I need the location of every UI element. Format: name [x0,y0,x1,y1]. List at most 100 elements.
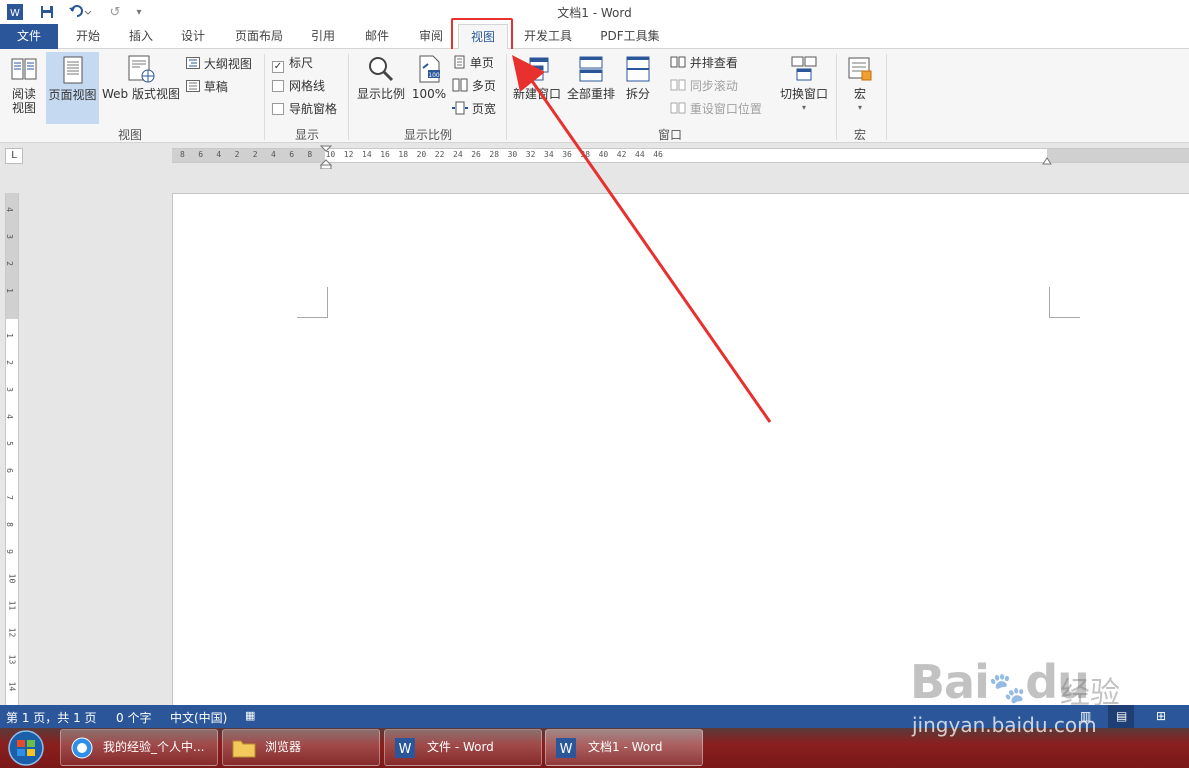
gridlines-checkbox[interactable]: 网格线 [272,76,325,96]
outline-icon [186,57,200,69]
print-layout-button[interactable]: 页面视图 [46,52,99,124]
navigation-pane-checkbox[interactable]: 导航窗格 [272,99,337,119]
folder-icon [232,740,256,758]
switch-windows-button[interactable]: 切换窗口 ▾ [776,52,832,115]
web-layout-button[interactable]: Web 版式视图 [100,52,182,101]
tab-references[interactable]: 引用 [300,24,346,49]
ruler-tick-label: 8 [307,150,313,159]
vertical-ruler-tick-label: 1 [4,333,14,338]
ribbon: 阅读 视图 页面视图 Web 版式视图 大纲视图 草稿 视图 ✓ 标尺 网格线 导… [0,49,1189,143]
ruler-tick-label: 18 [398,150,409,159]
arrange-all-button[interactable]: 全部重排 [564,52,618,101]
side-by-side-label: 并排查看 [689,56,738,70]
web-layout-view-icon[interactable]: ⊞ [1156,709,1166,723]
ribbon-tabs: 文件 开始 插入 设计 页面布局 引用 邮件 审阅 视图 开发工具 PDF工具集 [0,24,1189,50]
vertical-ruler-tick-label: 14 [7,681,17,692]
ruler-margin-right [1047,149,1189,162]
svg-text:W: W [399,742,412,757]
ruler-tick-label: 30 [507,150,518,159]
tab-design[interactable]: 设计 [170,24,216,49]
page-width-label: 页宽 [471,102,496,116]
title-bar: W ↺ ▾ 文档1 - Word [0,0,1189,24]
taskbar-item-label: 我的经验_个人中... [103,740,205,754]
vertical-ruler-tick-label: 9 [4,549,14,554]
document-page[interactable] [172,193,1189,705]
right-indent-marker-icon[interactable] [1042,157,1052,165]
multiple-pages-label: 多页 [471,79,496,93]
macros-button[interactable]: 宏 ▾ [840,52,880,115]
draft-button[interactable]: 草稿 [186,77,228,97]
ruler-tick-label: 42 [616,150,627,159]
ruler-tick-label: 36 [562,150,572,159]
show-group-label: 显示 [294,128,319,142]
taskbar-item-word-document1[interactable]: W 文档1 - Word [545,729,703,766]
sync-scroll-label: 同步滚动 [689,79,738,93]
tab-home[interactable]: 开始 [64,24,112,49]
tab-page-layout[interactable]: 页面布局 [226,24,292,49]
zoom-group-label: 显示比例 [403,128,452,142]
taskbar-item-folder[interactable]: 浏览器 [222,729,380,766]
taskbar-item-word-file[interactable]: W 文件 - Word [384,729,542,766]
vertical-ruler-tick-label: 2 [4,360,14,365]
watermark-url: jingyan.baidu.com [912,713,1097,737]
ribbon-separator [836,54,837,140]
vertical-ruler-tick-label: 8 [4,522,14,527]
reset-window-position-button[interactable]: 重设窗口位置 [670,99,762,119]
side-by-side-icon [670,56,686,68]
outline-button[interactable]: 大纲视图 [186,54,252,74]
zoom-button[interactable]: 显示比例 [354,52,408,101]
read-mode-label-1: 阅读 [11,87,36,101]
indent-marker-icon[interactable] [320,145,332,169]
ribbon-separator [886,54,887,140]
tab-file[interactable]: 文件 [0,24,58,49]
vertical-ruler-tick-label: 6 [4,468,14,473]
ribbon-separator [264,54,265,140]
zoom-100-button[interactable]: 100 100% [410,52,448,101]
vertical-ruler-tick-label: 10 [7,573,17,584]
tab-insert[interactable]: 插入 [118,24,164,49]
read-mode-button[interactable]: 阅读 视图 [4,52,44,115]
vertical-ruler[interactable]: 4 3 2 1 1 2 3 4 5 6 7 8 9 10 11 12 13 14 [5,193,19,705]
ruler-tick-label: 40 [598,150,609,159]
split-button[interactable]: 拆分 [620,52,656,101]
taskbar-item-label: 文档1 - Word [588,740,663,754]
view-side-by-side-button[interactable]: 并排查看 [670,53,738,73]
multiple-pages-button[interactable]: 多页 [452,76,496,96]
one-page-icon [454,55,465,69]
tab-pdf-tools[interactable]: PDF工具集 [592,24,668,49]
reset-position-icon [670,102,686,114]
start-button-icon[interactable] [2,728,54,768]
taskbar-item-browser-page[interactable]: 我的经验_个人中... [60,729,218,766]
vertical-ruler-tick-label: 7 [4,495,14,500]
ruler-tick-label: 26 [471,150,481,159]
switch-windows-icon [789,54,819,84]
ruler-tick-label: 6 [289,150,295,159]
macro-record-icon[interactable]: ▦ [245,709,255,722]
chevron-down-icon: ▾ [801,103,806,112]
ruler-tick-label: 28 [489,150,500,159]
ruler-checkbox[interactable]: ✓ 标尺 [272,53,313,73]
left-gutter [0,193,172,705]
page-width-button[interactable]: 页宽 [452,99,496,119]
ruler-tick-label: 32 [525,150,536,159]
ruler-tick-label: 2 [252,150,258,159]
new-window-button[interactable]: 新建窗口 [510,52,564,101]
tab-mailings[interactable]: 邮件 [354,24,400,49]
ribbon-separator [348,54,349,140]
ruler-margin-left [172,149,325,162]
switch-windows-label: 切换窗口 [779,87,828,101]
one-page-button[interactable]: 单页 [452,53,494,73]
word-count[interactable]: 0 个字 [116,709,151,726]
sync-scroll-icon [670,79,686,91]
language-indicator[interactable]: 中文(中国) [170,709,227,726]
check-icon: ✓ [272,61,284,73]
sync-scroll-button[interactable]: 同步滚动 [670,76,738,96]
tab-selector[interactable]: L [5,148,23,164]
tab-developer[interactable]: 开发工具 [514,24,582,49]
ruler-tick-label: 8 [180,150,185,159]
draft-icon [186,80,200,92]
page-count[interactable]: 第 1 页，共 1 页 [6,709,97,726]
ruler-label: 标尺 [289,56,314,70]
tab-review[interactable]: 审阅 [408,24,454,49]
page-width-icon [452,101,468,115]
